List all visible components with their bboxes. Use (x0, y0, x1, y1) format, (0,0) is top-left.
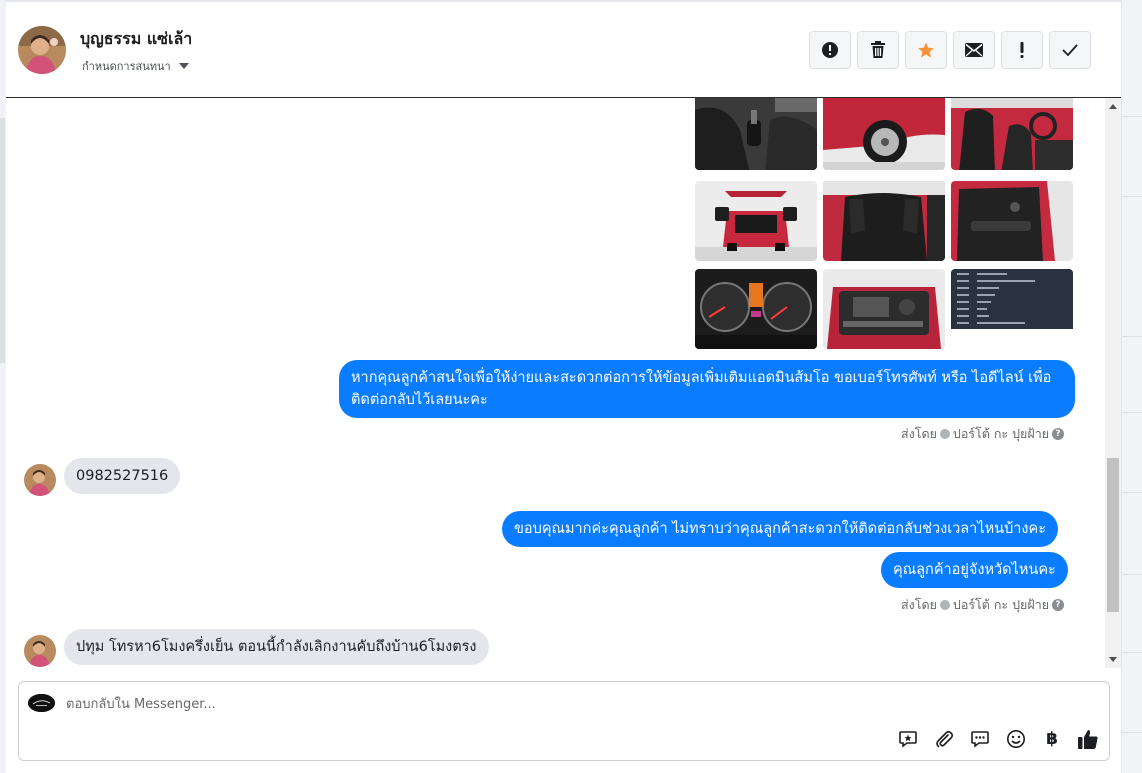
outgoing-message[interactable]: คุณลูกค้าอยู่จังหวัดไหนคะ (881, 552, 1068, 588)
follow-up-button[interactable] (1001, 31, 1043, 69)
mark-unread-button[interactable] (953, 31, 995, 69)
assign-label: กำหนดการสนทนา (82, 60, 171, 73)
saved-reply-icon (899, 731, 917, 748)
sender-name[interactable]: ปอร์โต้ กะ ปุยฝ้าย (953, 424, 1049, 444)
car-dashboard-photo[interactable] (695, 269, 817, 349)
conversation-header: บุญธรรม แซ่เล้า กำหนดการสนทนา (6, 0, 1121, 98)
contact-avatar[interactable] (18, 26, 66, 74)
contact-name[interactable]: บุญธรรม แซ่เล้า (80, 27, 192, 52)
scroll-up-arrow-icon[interactable] (1109, 104, 1117, 109)
car-spec-sheet-photo[interactable] (951, 269, 1073, 349)
outgoing-message[interactable]: ขอบคุณมากค่ะคุณลูกค้า ไม่ทราบว่าคุณลูกค้… (502, 511, 1059, 547)
check-icon (1062, 44, 1078, 56)
incoming-message[interactable]: ปทุม โทรหา6โมงครึ่งเย็น ตอนนี้กำลังเลิกง… (64, 629, 489, 665)
star-button[interactable] (905, 31, 947, 69)
quick-reply-button[interactable] (969, 728, 991, 750)
emoji-icon (1007, 730, 1025, 748)
envelope-icon (965, 43, 983, 57)
scroll-down-arrow-icon[interactable] (1109, 657, 1117, 662)
thumbs-up-icon (1078, 730, 1098, 749)
conversation-toolbar (809, 31, 1091, 69)
baht-icon: ฿ (1046, 729, 1058, 749)
saved-reply-button[interactable] (897, 728, 919, 750)
help-icon[interactable]: ? (1052, 428, 1065, 440)
attach-file-button[interactable] (933, 728, 955, 750)
mark-done-button[interactable] (1049, 31, 1091, 69)
contact-avatar-small[interactable] (24, 464, 56, 496)
sent-by-text: ส่งโดย (901, 426, 937, 441)
message-text: 0982527516 (76, 468, 169, 484)
right-panel-edge (1121, 0, 1142, 773)
delete-button[interactable] (857, 31, 899, 69)
divider (1122, 652, 1142, 653)
divider (1122, 492, 1142, 493)
message-text: ขอบคุณมากค่ะคุณลูกค้า ไม่ทราบว่าคุณลูกค้… (514, 521, 1047, 537)
reply-input[interactable] (66, 693, 846, 715)
exclamation-icon (1020, 42, 1024, 58)
sent-by-text: ส่งโดย (901, 597, 937, 612)
payment-button[interactable]: ฿ (1041, 728, 1063, 750)
chat-bubble-icon (971, 731, 989, 748)
help-icon[interactable]: ? (1052, 599, 1065, 611)
page-logo-icon (28, 694, 55, 712)
trash-icon (871, 41, 885, 58)
scroll-thumb[interactable] (1107, 458, 1119, 612)
divider (1122, 732, 1142, 733)
car-wheel-photo[interactable] (823, 98, 945, 170)
car-interior-photo[interactable] (695, 98, 817, 170)
divider (1122, 196, 1142, 197)
car-rear-seats-photo[interactable] (823, 181, 945, 261)
car-engine-photo[interactable] (823, 269, 945, 349)
contact-avatar-small[interactable] (24, 635, 56, 667)
header-top-line (6, 0, 1121, 2)
messenger-inbox: บุญธรรม แซ่เล้า กำหนดการสนทนา หากคุณลูกค… (0, 0, 1142, 773)
message-composer: ฿ (18, 681, 1110, 761)
divider (1122, 574, 1142, 575)
message-text: คุณลูกค้าอยู่จังหวัดไหนคะ (893, 562, 1056, 578)
caret-down-icon (178, 63, 189, 69)
thread-scrollbar[interactable] (1105, 98, 1121, 668)
car-trunk-open-photo[interactable] (695, 181, 817, 261)
composer-toolbar: ฿ (897, 728, 1099, 750)
left-panel-scroll-thumb[interactable] (0, 118, 5, 363)
incoming-message[interactable]: 0982527516 (64, 458, 181, 494)
alert-circle-icon (822, 42, 838, 58)
sent-by-label: ส่งโดย ปอร์โต้ กะ ปุยฝ้าย ? (901, 595, 1065, 615)
emoji-button[interactable] (1005, 728, 1027, 750)
outgoing-message[interactable]: หากคุณลูกค้าสนใจเพื่อให้ง่ายและสะดวกต่อก… (339, 360, 1075, 418)
page-dot-icon (939, 429, 950, 439)
sender-name[interactable]: ปอร์โต้ กะ ปุยฝ้าย (953, 595, 1049, 615)
car-door-photo[interactable] (951, 181, 1073, 261)
page-dot-icon (939, 600, 950, 610)
message-text: หากคุณลูกค้าสนใจเพื่อให้ง่ายและสะดวกต่อก… (351, 370, 1052, 408)
message-text: ปทุม โทรหา6โมงครึ่งเย็น ตอนนี้กำลังเลิกง… (76, 639, 477, 655)
assign-conversation-dropdown[interactable]: กำหนดการสนทนา (82, 57, 189, 75)
attachment-icon (936, 730, 954, 748)
sent-by-label: ส่งโดย ปอร์โต้ กะ ปุยฝ้าย ? (901, 424, 1065, 444)
car-front-seats-photo[interactable] (951, 98, 1073, 170)
divider (1122, 116, 1142, 117)
divider (1122, 412, 1142, 413)
message-thread: หากคุณลูกค้าสนใจเพื่อให้ง่ายและสะดวกต่อก… (6, 98, 1105, 668)
divider (1122, 336, 1142, 337)
star-icon (918, 42, 934, 58)
mark-spam-button[interactable] (809, 31, 851, 69)
like-button[interactable] (1077, 728, 1099, 750)
